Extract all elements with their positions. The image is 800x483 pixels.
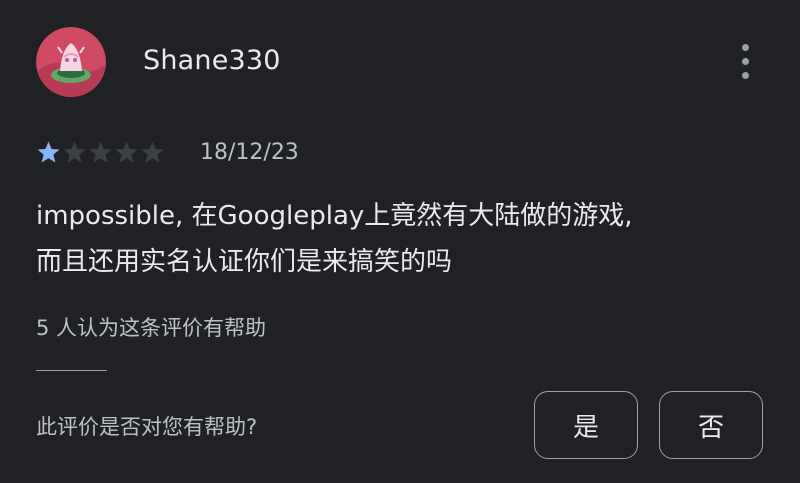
star-empty-icon [89,141,112,163]
more-options-button[interactable] [728,38,764,86]
star-empty-icon [115,141,138,163]
review-text: impossible, 在Googleplay上竟然有大陆做的游戏, 而且还用实… [36,193,776,285]
more-vert-icon-dot [742,72,749,79]
review-text-line: 而且还用实名认证你们是来搞笑的吗 [36,247,453,277]
star-rating [36,140,165,166]
star-empty-icon [141,141,164,163]
review-text-line: impossible, 在Googleplay上竟然有大陆做的游戏, [36,201,633,231]
review-date: 18/12/23 [200,140,299,165]
more-vert-icon-dot [742,58,749,65]
helpful-question: 此评价是否对您有帮助? [36,415,258,439]
more-vert-icon [742,44,749,51]
star-empty-icon [63,141,86,163]
helpful-count: 5 人认为这条评价有帮助 [36,316,267,340]
star-filled-icon [37,141,60,163]
review-author-name: Shane330 [143,45,281,76]
avatar [36,27,106,97]
user-avatar-icon [36,27,106,97]
divider [36,370,107,371]
no-button[interactable]: 否 [659,391,763,459]
yes-button[interactable]: 是 [534,391,638,459]
